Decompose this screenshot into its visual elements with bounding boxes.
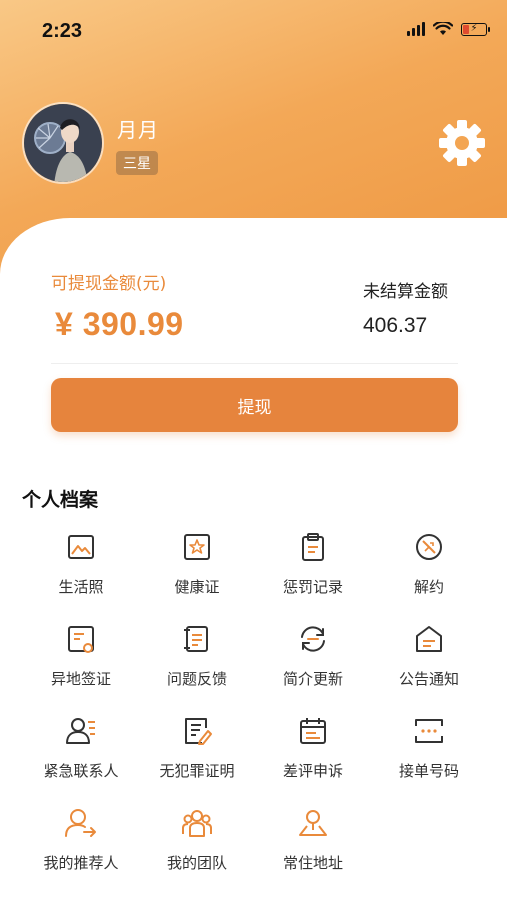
signal-icon xyxy=(407,22,425,36)
status-time: 2:23 xyxy=(42,20,83,42)
photo-icon xyxy=(68,535,94,559)
notice-icon xyxy=(416,626,442,652)
gear-icon[interactable] xyxy=(437,118,487,168)
grid-label: 简介更新 xyxy=(282,670,343,688)
grid-label: 问题反馈 xyxy=(166,670,227,688)
grid-item-order-number[interactable]: 接单号码 xyxy=(371,714,487,794)
calendar-icon xyxy=(300,718,326,744)
grid-item-health-certificate[interactable]: 健康证 xyxy=(139,530,255,610)
section-title: 个人档案 xyxy=(22,489,99,511)
phone-number-icon xyxy=(415,719,443,743)
grid-item-photo[interactable]: 生活照 xyxy=(23,530,139,610)
grid-label: 公告通知 xyxy=(398,670,459,688)
team-icon xyxy=(182,810,212,837)
withdrawable-label: 可提现金额(元) xyxy=(51,274,167,294)
refresh-icon xyxy=(301,626,325,652)
grid-label: 无犯罪证明 xyxy=(159,762,235,780)
referrer-icon xyxy=(65,809,96,837)
grid-item-feedback[interactable]: 问题反馈 xyxy=(139,622,255,702)
wifi-icon xyxy=(433,22,453,35)
grid-item-bio-update[interactable]: 简介更新 xyxy=(255,622,371,702)
grid-label: 惩罚记录 xyxy=(282,578,343,596)
clipboard-icon xyxy=(302,533,324,561)
grid-label: 异地签证 xyxy=(50,670,111,688)
contact-icon xyxy=(66,718,95,744)
grid-label: 我的推荐人 xyxy=(43,854,119,872)
status-icons: ⚡ xyxy=(407,22,490,36)
visa-icon xyxy=(68,626,94,653)
status-bar: 2:23 ⚡ xyxy=(0,0,507,60)
grid-item-cancel-contract[interactable]: 解约 xyxy=(371,530,487,610)
battery-icon: ⚡ xyxy=(461,22,490,36)
grid-label: 接单号码 xyxy=(398,762,459,780)
grid-item-team[interactable]: 我的团队 xyxy=(139,806,255,886)
withdraw-button[interactable]: 提现 xyxy=(51,378,458,432)
unsettled-label: 未结算金额 xyxy=(363,282,448,302)
profile-name: 月月 xyxy=(117,118,159,142)
grid-label: 解约 xyxy=(413,578,444,596)
cancel-contract-icon xyxy=(416,534,442,560)
grid-item-visa[interactable]: 异地签证 xyxy=(23,622,139,702)
withdrawable-amount: ¥ 390.99 xyxy=(55,306,184,342)
certificate-icon xyxy=(184,534,210,560)
document-edit-icon xyxy=(185,718,212,745)
grid-label: 紧急联系人 xyxy=(43,762,119,780)
avatar[interactable] xyxy=(22,102,104,184)
grid-item-penalty-record[interactable]: 惩罚记录 xyxy=(255,530,371,610)
address-icon xyxy=(299,810,327,836)
grid-label: 健康证 xyxy=(174,578,220,596)
grid-label: 我的团队 xyxy=(166,854,227,872)
feedback-icon xyxy=(184,626,208,652)
divider xyxy=(51,363,458,364)
grid-item-emergency-contact[interactable]: 紧急联系人 xyxy=(23,714,139,794)
level-badge: 三星 xyxy=(116,151,158,175)
grid-item-home-address[interactable]: 常住地址 xyxy=(255,806,371,886)
unsettled-amount: 406.37 xyxy=(363,314,428,337)
grid-item-referrer[interactable]: 我的推荐人 xyxy=(23,806,139,886)
grid-label: 常住地址 xyxy=(282,854,343,872)
grid-item-announcement[interactable]: 公告通知 xyxy=(371,622,487,702)
grid-label: 生活照 xyxy=(58,578,104,596)
grid-label: 差评申诉 xyxy=(282,762,343,780)
grid-item-review-appeal[interactable]: 差评申诉 xyxy=(255,714,371,794)
grid-item-no-criminal-record[interactable]: 无犯罪证明 xyxy=(139,714,255,794)
